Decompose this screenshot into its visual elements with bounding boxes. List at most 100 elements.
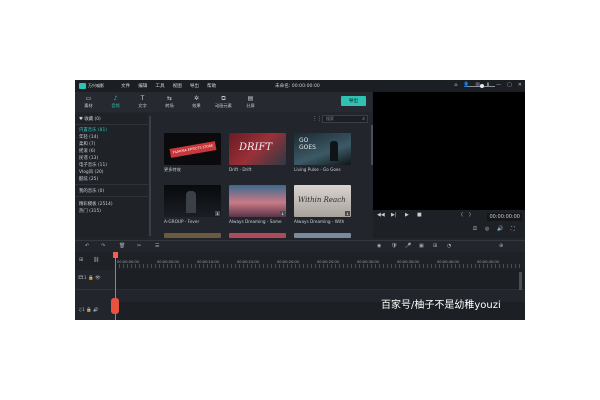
- camera-icon[interactable]: ◎: [485, 226, 489, 232]
- sidebar-item-filmstock[interactable]: 精彩模板 (2514): [79, 201, 113, 207]
- adjust-icon[interactable]: ☰: [155, 243, 159, 249]
- media-tile[interactable]: GO GOES Living Pulse - Go Goes: [294, 133, 354, 172]
- sidebar-item-young[interactable]: 年轻 (14): [79, 134, 98, 140]
- thumbnail: Within Reach ↓: [294, 185, 351, 217]
- menu-tools[interactable]: 工具: [155, 83, 164, 89]
- playhead-marker[interactable]: [111, 298, 119, 314]
- tab-transition[interactable]: ⇆ 转场: [156, 92, 183, 112]
- tab-audio[interactable]: ♪ 音频: [102, 92, 129, 112]
- microphone-icon[interactable]: 🎤: [405, 243, 411, 249]
- timeline-tracks: 🎞1 🔒 👁 ♫1 🔒 🔊: [75, 270, 525, 320]
- media-tile[interactable]: ↓ A-GROUP - Fever: [164, 185, 224, 224]
- video-track-controls[interactable]: 🎞1 🔒 👁: [78, 276, 101, 281]
- tile-label: Drift - Drift: [229, 167, 252, 172]
- thumbnail: ↓: [164, 185, 221, 217]
- timeline-ruler[interactable]: ⊞ ⛓ 00:00:00:00 00:00:05:00 00:00:10:00 …: [75, 252, 525, 270]
- sidebar-item-electronic[interactable]: 电子音乐 (11): [79, 162, 107, 168]
- download-icon[interactable]: ↓: [345, 211, 350, 216]
- voiceover-icon[interactable]: ▣: [419, 243, 424, 249]
- media-tile[interactable]: ↓ Always Dreaming - Same: [229, 185, 289, 224]
- stop-icon[interactable]: ■: [417, 212, 422, 218]
- media-tile[interactable]: [229, 233, 286, 238]
- sidebar-scrollbar[interactable]: [149, 116, 151, 236]
- zoom-in-icon[interactable]: ⊕: [499, 243, 503, 249]
- shield-icon[interactable]: 🛡: [391, 243, 397, 249]
- sidebar-item-my-music[interactable]: 我的音乐 (0): [79, 188, 104, 194]
- sidebar: ♥ 收藏 (0) 内置音乐 (81) 年轻 (14) 柔和 (7) 摇滚 (6)…: [75, 113, 148, 238]
- logo-text: 万兴喵影: [88, 83, 104, 88]
- media-tile[interactable]: FILMORA EFFECTS STORE 更多特效: [164, 133, 224, 173]
- grid-view-icon[interactable]: ⋮⋮: [312, 116, 322, 122]
- sidebar-item-soft[interactable]: 柔和 (7): [79, 141, 95, 147]
- search-placeholder: 搜索: [326, 116, 334, 121]
- tab-split-screen[interactable]: ▤ 分屏: [237, 92, 264, 112]
- search-icon[interactable]: ⌕: [362, 116, 365, 122]
- menu-edit[interactable]: 编辑: [138, 83, 147, 89]
- video-track-header: 🎞1 🔒 👁: [75, 270, 115, 290]
- media-tile[interactable]: Within Reach ↓ Always Dreaming - With: [294, 185, 354, 224]
- tab-effects[interactable]: ✲ 效果: [183, 92, 210, 112]
- mark-in-icon[interactable]: ⟨: [461, 212, 463, 218]
- download-icon[interactable]: ↓: [215, 211, 220, 216]
- tile-label: Always Dreaming - With: [294, 219, 345, 224]
- play-icon[interactable]: ▶: [405, 212, 409, 218]
- cut-icon[interactable]: ✂: [137, 243, 141, 249]
- mixer-icon[interactable]: ⊞: [433, 243, 437, 249]
- minimize-icon[interactable]: —: [496, 82, 501, 89]
- sidebar-item-vlog[interactable]: Vlog风 (20): [79, 169, 104, 175]
- tab-media[interactable]: ▭ 素材: [75, 92, 102, 112]
- zoom-slider-handle[interactable]: [480, 84, 484, 88]
- figure-silhouette: [186, 191, 196, 213]
- thumbnail: FILMORA EFFECTS STORE: [164, 133, 221, 165]
- download-icon[interactable]: ↓: [280, 211, 285, 216]
- sidebar-item-rock[interactable]: 摇滚 (6): [79, 148, 95, 154]
- thumbnail: [294, 233, 351, 238]
- search-input[interactable]: 搜索 ⌕: [322, 115, 368, 123]
- sidebar-item-hot[interactable]: 热门 (315): [79, 208, 101, 214]
- volume-icon[interactable]: 🔊: [497, 226, 503, 232]
- close-icon[interactable]: ✕: [518, 82, 522, 89]
- split-screen-icon: ▤: [247, 95, 254, 102]
- tab-elements-label: 动画元素: [215, 103, 232, 108]
- export-button[interactable]: 导出: [341, 96, 366, 106]
- render-icon[interactable]: ◉: [377, 243, 381, 249]
- tab-text[interactable]: T 文字: [129, 92, 156, 112]
- media-tile[interactable]: [294, 233, 351, 238]
- tab-elements[interactable]: ⧉ 动画元素: [210, 92, 237, 112]
- sidebar-favorites[interactable]: ♥ 收藏 (0): [79, 116, 101, 122]
- media-tile[interactable]: [164, 233, 221, 238]
- link-icon[interactable]: ⛓: [93, 257, 99, 263]
- video-track[interactable]: [115, 270, 525, 290]
- tab-text-label: 文字: [138, 103, 147, 108]
- menu-view[interactable]: 视图: [173, 83, 182, 89]
- rewind-icon[interactable]: ◀◀: [377, 212, 385, 218]
- thumbnail-title: Within Reach: [298, 196, 346, 204]
- media-tile[interactable]: DRIFT Drift - Drift: [229, 133, 289, 172]
- maximize-icon[interactable]: ▢: [507, 82, 512, 89]
- menu-export[interactable]: 导出: [190, 83, 199, 89]
- sidebar-item-cool[interactable]: 酷炫 (25): [79, 176, 98, 182]
- audio-track-header: ♫1 🔒 🔊: [75, 302, 115, 320]
- home-icon[interactable]: ⌂: [454, 82, 457, 89]
- menu-file[interactable]: 文件: [121, 83, 130, 89]
- playback-controls: ◀◀ ▶| ▶ ■ ⟨ ⟩ 00:00:00:00 ⎚ ◎ 🔊 ⛶: [373, 210, 525, 238]
- step-icon[interactable]: ▶|: [391, 212, 397, 218]
- redo-icon[interactable]: ↷: [101, 243, 105, 249]
- figure-silhouette: [330, 141, 338, 161]
- thumbnail: [164, 233, 221, 238]
- menu-help[interactable]: 帮助: [207, 83, 216, 89]
- mark-out-icon[interactable]: ⟩: [469, 212, 471, 218]
- snapshot-icon[interactable]: ⎚: [473, 226, 477, 232]
- audio-track-controls[interactable]: ♫1 🔒 🔊: [78, 308, 99, 313]
- undo-icon[interactable]: ↶: [85, 243, 89, 249]
- add-track-icon[interactable]: ⊞: [79, 257, 83, 263]
- fullscreen-icon[interactable]: ⛶: [511, 226, 515, 232]
- zoom-out-icon[interactable]: ◔: [447, 243, 451, 249]
- tab-transition-label: 转场: [165, 103, 174, 108]
- sidebar-item-builtin-music[interactable]: 内置音乐 (81): [79, 127, 107, 133]
- delete-icon[interactable]: 🗑: [119, 243, 125, 249]
- timeline-scrollbar[interactable]: [519, 272, 522, 290]
- transition-icon: ⇆: [166, 95, 173, 102]
- app-logo: 万兴喵影: [79, 83, 115, 89]
- sidebar-item-folk[interactable]: 民谣 (13): [79, 155, 98, 161]
